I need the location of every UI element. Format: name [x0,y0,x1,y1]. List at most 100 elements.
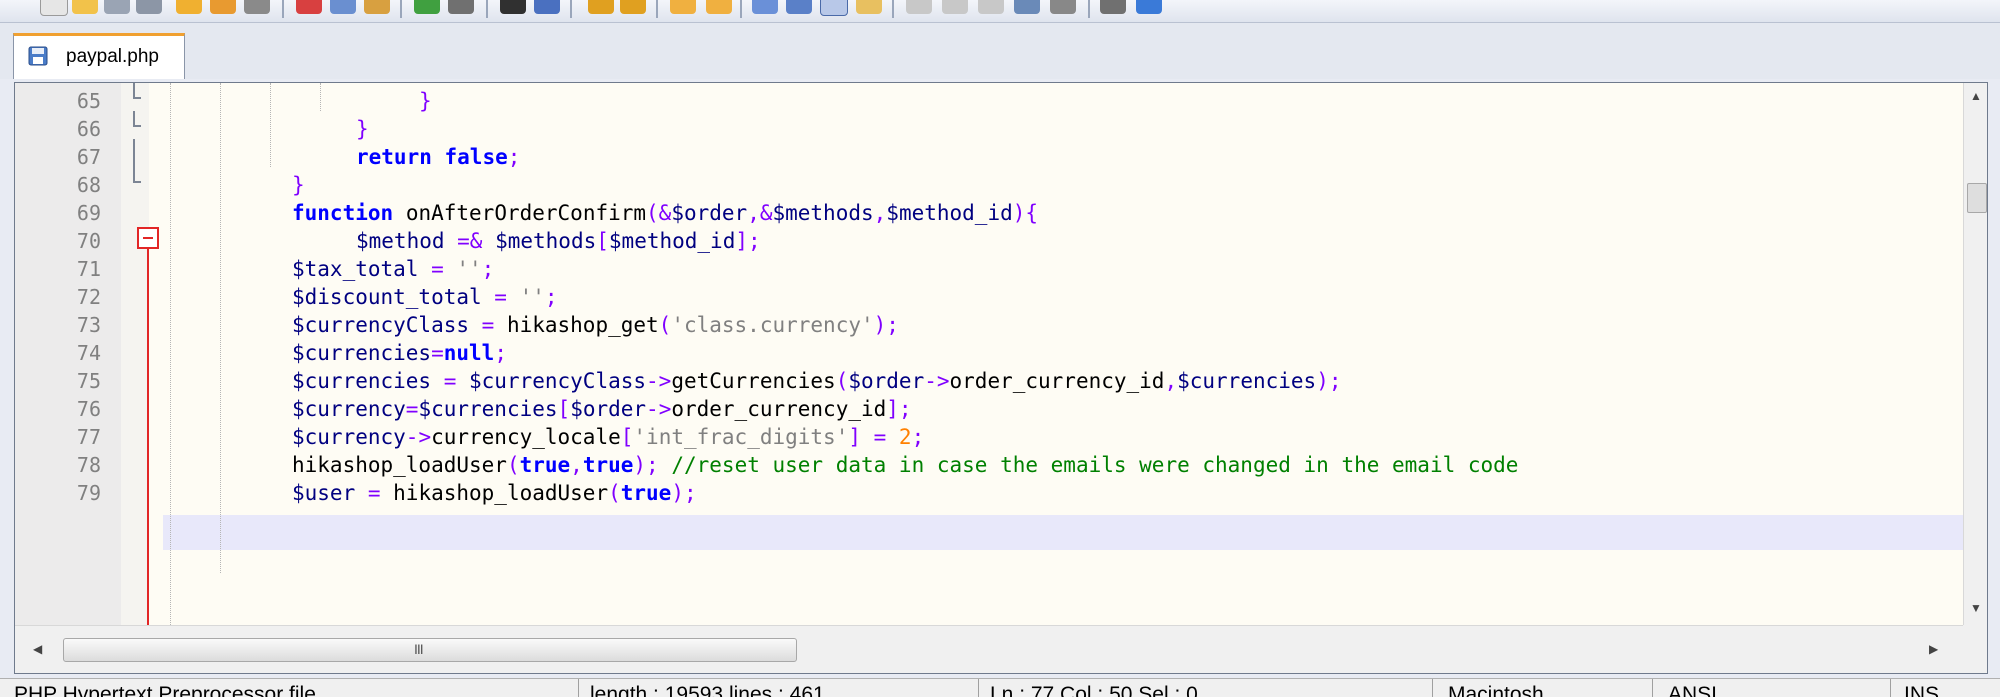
spellcheck-icon[interactable] [1100,0,1126,14]
code-token: = [481,285,520,309]
code-token: currency_locale [431,425,621,449]
cut-icon[interactable] [296,0,322,14]
vertical-scrollbar[interactable]: ▲ ▼ [1963,83,1987,625]
code-token: null [443,341,495,365]
code-token: $methods [772,201,874,225]
code-token: } [356,117,369,141]
status-divider [1432,679,1433,697]
code-token: 'class.currency' [671,313,874,337]
tab-bar: paypal.php [0,23,2000,79]
code-token: $currencies [292,341,432,365]
code-token: function [292,201,394,225]
vertical-scroll-thumb[interactable] [1967,183,1987,213]
save-icon[interactable] [104,0,130,14]
zoom-in-icon[interactable] [588,0,614,14]
indent-guide-icon[interactable] [786,0,812,14]
toolbar-separator [1088,0,1090,18]
horizontal-scroll-thumb[interactable]: III [63,638,797,662]
status-divider [578,679,579,697]
code-token: = [355,481,394,505]
macro-play-icon[interactable] [978,0,1004,14]
code-token: ] = [848,425,899,449]
wrap-icon[interactable] [752,0,778,14]
code-token: $methods [495,229,597,253]
scroll-left-arrow-icon[interactable]: ◀ [33,642,42,656]
close-icon[interactable] [176,0,202,14]
code-token: =& [444,229,496,253]
code-token: ; [507,145,521,169]
tab-label: paypal.php [66,46,159,67]
open-file-icon[interactable] [72,0,98,14]
code-token: [ [557,397,571,421]
code-token: $currency [292,425,406,449]
toolbar [0,0,2000,23]
run-icon[interactable] [1050,0,1076,14]
zoom-out-icon[interactable] [620,0,646,14]
status-encoding: ANSI [1668,683,1718,697]
print-icon[interactable] [244,0,270,14]
code-token: getCurrencies [671,369,836,393]
code-token: -> [924,369,950,393]
replace-icon[interactable] [534,0,560,14]
find-icon[interactable] [500,0,526,14]
fold-icon[interactable] [856,0,882,14]
scroll-grip: III [414,641,424,657]
code-token: $order [570,397,647,421]
code-token: $method [356,229,445,253]
code-token: = [469,313,507,337]
status-position: Ln : 77 Col : 50 Sel : 0 [990,683,1198,697]
code-token: } [292,173,305,197]
code-token: ; [494,341,507,365]
toolbar-separator [740,0,742,18]
dropdown-icon[interactable] [1136,0,1162,14]
code-token: $order [848,369,925,393]
code-token: ]; [886,397,912,421]
undo-icon[interactable] [414,0,440,14]
code-token: -> [646,397,672,421]
code-token: order_currency_id [949,369,1165,393]
code-token: onAfterOrderConfirm [405,201,647,225]
macro-stop-icon[interactable] [942,0,968,14]
code-token: ( [658,313,672,337]
code-token: true [519,453,571,477]
code-token: = [431,341,444,365]
status-filetype: PHP Hypertext Preprocessor file [14,683,316,697]
editor[interactable]: 65 } 66 } 67 return false; 68 } 69 funct… [14,82,1988,674]
macro-record-icon[interactable] [906,0,932,14]
code-token: ); [873,313,899,337]
scroll-right-arrow-icon[interactable]: ▶ [1929,642,1938,656]
status-divider [978,679,979,697]
close-all-icon[interactable] [210,0,236,14]
status-divider [1890,679,1891,697]
code-token: ; [911,425,925,449]
horizontal-scrollbar[interactable]: ◀ III ▶ [15,625,1963,673]
toolbar-separator [486,0,488,18]
code-token: [ [620,425,634,449]
sync-v-icon[interactable] [670,0,696,14]
save-disk-icon [28,46,48,66]
code-text: $user = hikashop_loadUser(true); [292,475,697,511]
code-token: (& [646,201,672,225]
save-all-icon[interactable] [136,0,162,14]
paste-icon[interactable] [364,0,390,14]
status-divider [1652,679,1653,697]
code-token: = [431,369,470,393]
code-token: hikashop_get [506,313,659,337]
scroll-down-arrow-icon[interactable]: ▼ [1970,601,1982,615]
copy-icon[interactable] [330,0,356,14]
code-token: = [405,397,419,421]
code-token: $user [292,481,356,505]
code-token: $currencies [418,397,558,421]
toolbar-separator [892,0,894,18]
all-chars-icon[interactable] [820,0,848,16]
code-token: $currency [292,397,406,421]
scroll-up-arrow-icon[interactable]: ▲ [1970,89,1982,103]
status-mode: INS [1904,683,1940,697]
sync-h-icon[interactable] [706,0,732,14]
status-eol: Macintosh [1448,683,1544,697]
new-file-icon[interactable] [40,0,68,16]
macro-save-icon[interactable] [1014,0,1040,14]
redo-icon[interactable] [448,0,474,14]
code-token: $tax_total [292,257,419,281]
tab-paypal-php[interactable]: paypal.php [13,33,185,79]
